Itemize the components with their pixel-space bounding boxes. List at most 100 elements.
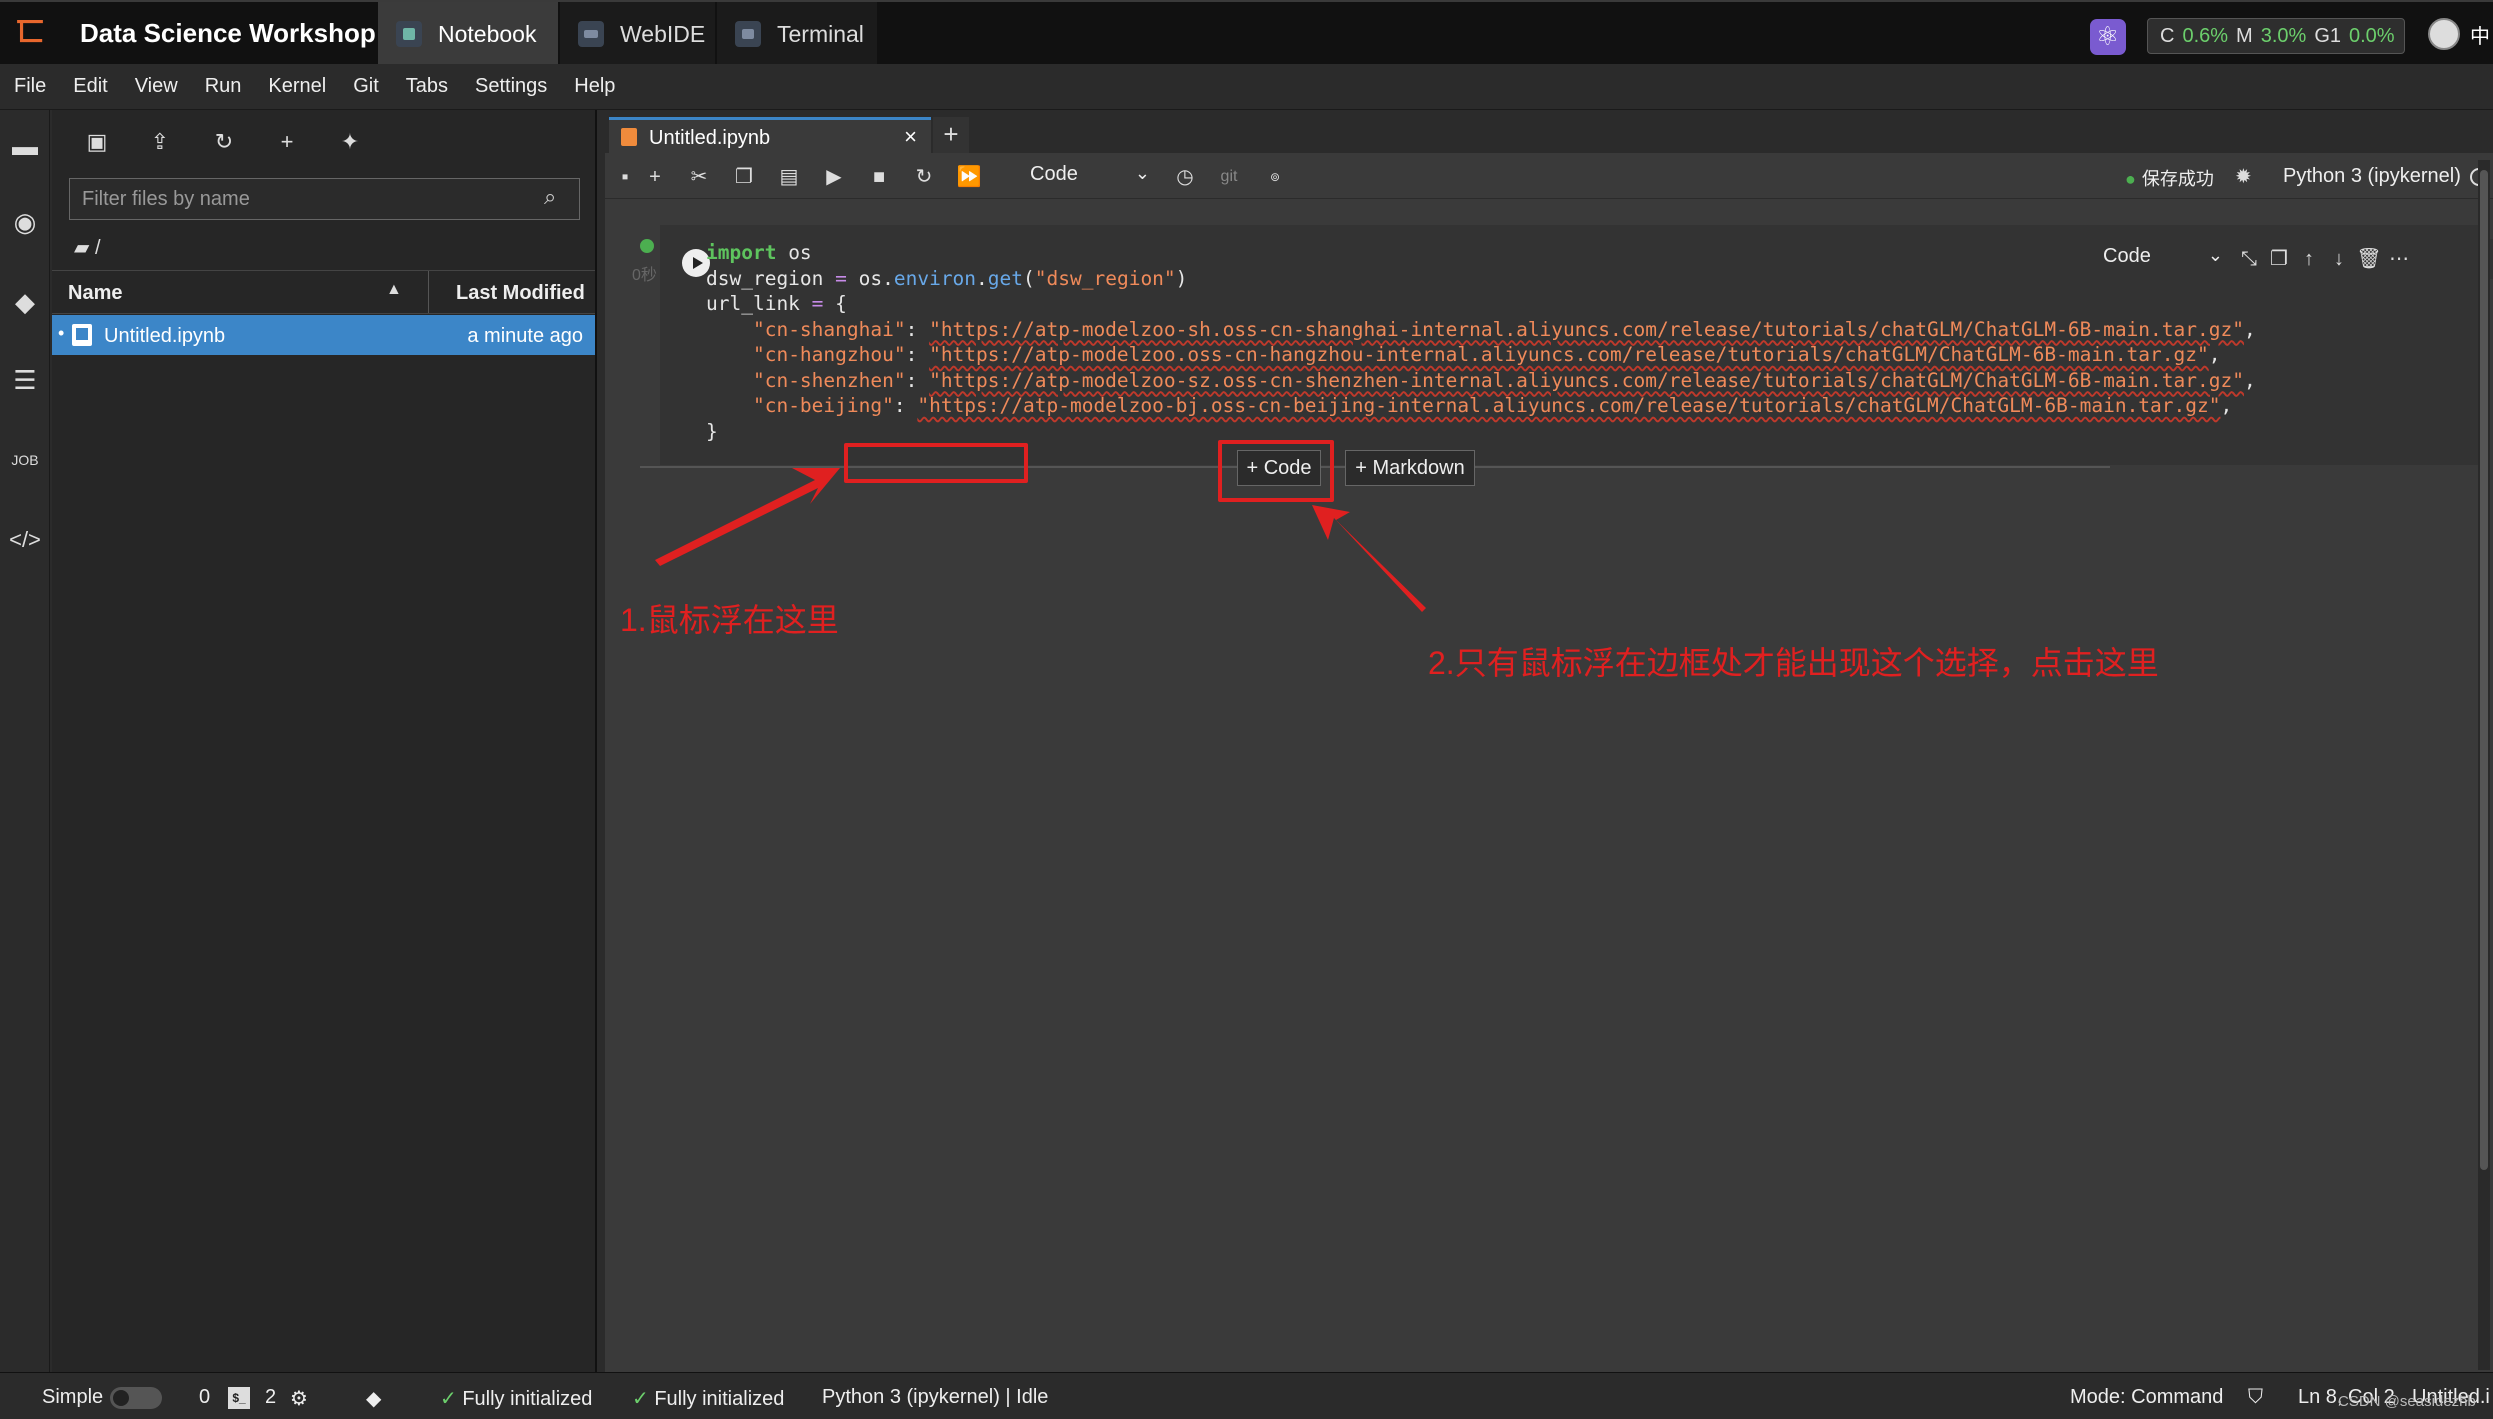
git-clone-icon[interactable]: ✦ [334, 126, 366, 158]
shield-icon[interactable]: ⛉ [2248, 1386, 2263, 1409]
code-line: } [706, 419, 718, 443]
folder-icon[interactable]: ▬ [9, 130, 41, 162]
code-content[interactable]: import os dsw_region = os.environ.get("ds… [706, 240, 2256, 444]
save-icon[interactable]: ▪ [611, 163, 639, 191]
kernel-gear-icon: ⚙ [290, 1388, 308, 1410]
menu-edit[interactable]: Edit [73, 75, 107, 98]
menu-view[interactable]: View [135, 75, 178, 98]
kernel-status[interactable]: Python 3 (ipykernel) | Idle [822, 1386, 1048, 1409]
breadcrumb-folder-icon: ▰ [74, 237, 95, 259]
status-bar: Simple 0 $_ 2 ⚙ ◆ ✓ Fully initialized ✓ … [0, 1372, 2493, 1419]
document-tab[interactable]: Untitled.ipynb × [609, 117, 931, 155]
menu-file[interactable]: File [14, 75, 46, 98]
paste-icon[interactable]: ▤ [775, 163, 803, 191]
code-line: dsw_region = os.environ.get("dsw_region"… [706, 266, 1188, 290]
new-launcher-button[interactable]: + [933, 117, 969, 153]
code-line: "cn-beijing": "https://atp-modelzoo-bj.o… [752, 394, 2233, 417]
app-topbar: 匸 Data Science Workshop Notebook WebIDE … [0, 0, 2493, 66]
language-switch[interactable]: 中 [2470, 20, 2490, 49]
terminals-count[interactable]: 0 [199, 1386, 210, 1409]
run-all-icon[interactable]: ⏩ [955, 163, 983, 191]
menu-kernel[interactable]: Kernel [268, 75, 326, 98]
menu-help[interactable]: Help [574, 75, 615, 98]
search-icon: ⌕ [544, 184, 557, 209]
git-icon[interactable]: ◆ [9, 286, 41, 318]
scrollbar-thumb[interactable] [2480, 170, 2488, 1170]
app-logo-icon[interactable]: 匸 [14, 16, 46, 48]
user-avatar[interactable] [2428, 18, 2460, 50]
duplicate-cell-icon[interactable]: ❐ [2265, 245, 2293, 273]
mem-label: M [2236, 24, 2253, 47]
run-icon[interactable]: ▶ [820, 163, 848, 191]
copy-icon[interactable]: ❐ [730, 163, 758, 191]
file-list-header: Name ▲ Last Modified [52, 270, 595, 314]
code-line: "cn-shenzhen": "https://atp-modelzoo-sz.… [752, 368, 2256, 392]
job-icon[interactable]: JOB [9, 444, 41, 476]
menu-git[interactable]: Git [353, 75, 379, 98]
clock-icon[interactable]: ◷ [1171, 163, 1199, 191]
init-status-2-text: Fully initialized [654, 1388, 785, 1410]
breadcrumb[interactable]: ▰ / [74, 235, 101, 260]
stop-icon[interactable]: ■ [865, 163, 893, 191]
refresh-icon[interactable]: ↻ [208, 126, 240, 158]
more-options-icon[interactable]: ⋯ [2385, 245, 2413, 273]
cut-icon[interactable]: ✂ [685, 163, 713, 191]
save-status-text: 保存成功 [2141, 169, 2214, 189]
tab-terminal[interactable]: Terminal [717, 2, 877, 66]
mode-indicator[interactable]: Mode: Command [2070, 1386, 2223, 1409]
git-diff-icon[interactable]: git [1215, 163, 1243, 191]
new-file-icon[interactable]: + [271, 126, 303, 158]
running-indicator-icon: • [58, 323, 65, 343]
cell-type-select[interactable]: Code ⌄ [1030, 163, 1150, 191]
delete-cell-icon[interactable]: 🗑 [2355, 245, 2383, 273]
check-circle-icon: ● [2125, 169, 2136, 189]
file-list-item[interactable]: • Untitled.ipynb a minute ago [52, 315, 595, 355]
save-status: ● 保存成功 [2125, 165, 2214, 191]
kernel-name[interactable]: Python 3 (ipykernel) [2283, 165, 2461, 188]
menu-run[interactable]: Run [205, 75, 242, 98]
file-modified: a minute ago [467, 325, 583, 347]
annotation-step2: 2.只有鼠标浮在边框处才能出现这个选择，点击这里 [1428, 645, 2159, 681]
upload-icon[interactable]: ⇪ [144, 126, 176, 158]
column-modified-header[interactable]: Last Modified [456, 282, 585, 305]
document-tab-bar: Untitled.ipynb × + [605, 113, 2493, 155]
tab-terminal-label: Terminal [777, 20, 864, 47]
init-status-1-text: Fully initialized [462, 1388, 593, 1410]
sort-ascending-icon[interactable]: ▲ [386, 281, 402, 299]
init-status-2: ✓ Fully initialized [632, 1386, 784, 1411]
check-icon: ✓ [440, 1388, 463, 1410]
file-name: Untitled.ipynb [104, 325, 226, 347]
close-icon[interactable]: × [904, 124, 917, 150]
code-snippets-icon[interactable]: </> [9, 524, 41, 556]
tab-notebook[interactable]: Notebook [378, 2, 558, 66]
menu-tabs[interactable]: Tabs [406, 75, 448, 98]
move-down-icon[interactable]: ↓ [2325, 245, 2353, 273]
running-sessions-icon[interactable]: ◉ [9, 206, 41, 238]
gpu-label: G1 [2314, 24, 2341, 47]
move-up-icon[interactable]: ↑ [2295, 245, 2323, 273]
tab-notebook-label: Notebook [438, 20, 537, 47]
code-line: "cn-hangzhou": "https://atp-modelzoo.oss… [752, 343, 2221, 366]
simple-mode-toggle[interactable] [110, 1387, 162, 1409]
resource-meter[interactable]: C 0.6% M 3.0% G1 0.0% [2147, 18, 2405, 54]
file-filter-input[interactable] [69, 178, 580, 220]
column-divider[interactable] [428, 271, 429, 313]
column-name-header[interactable]: Name [68, 282, 122, 305]
menu-settings[interactable]: Settings [475, 75, 547, 98]
hover-area-highlight [844, 443, 1028, 483]
bug-icon[interactable]: ✹ [2235, 164, 2252, 189]
tab-webide-label: WebIDE [620, 20, 706, 47]
ai-assistant-icon[interactable] [2090, 19, 2126, 55]
tab-webide[interactable]: WebIDE [560, 2, 715, 66]
restart-icon[interactable]: ↻ [910, 163, 938, 191]
git-status-icon[interactable]: ◆ [366, 1386, 381, 1411]
kernels-count[interactable]: 2 [265, 1386, 276, 1409]
add-markdown-cell-button[interactable]: + Markdown [1345, 450, 1475, 486]
file-browser: ▣ ⇪ ↻ + ✦ ⌕ ▰ / Name ▲ Last Modified • U… [52, 110, 597, 1372]
new-folder-icon[interactable]: ▣ [81, 126, 113, 158]
gpu-usage: 0.0% [2349, 24, 2395, 47]
insert-cell-icon[interactable]: + [641, 163, 669, 191]
job-submit-icon[interactable]: ⊚ [1261, 163, 1289, 191]
table-of-contents-icon[interactable]: ☰ [9, 364, 41, 396]
annotation-step1: 1.鼠标浮在这里 [620, 602, 839, 638]
